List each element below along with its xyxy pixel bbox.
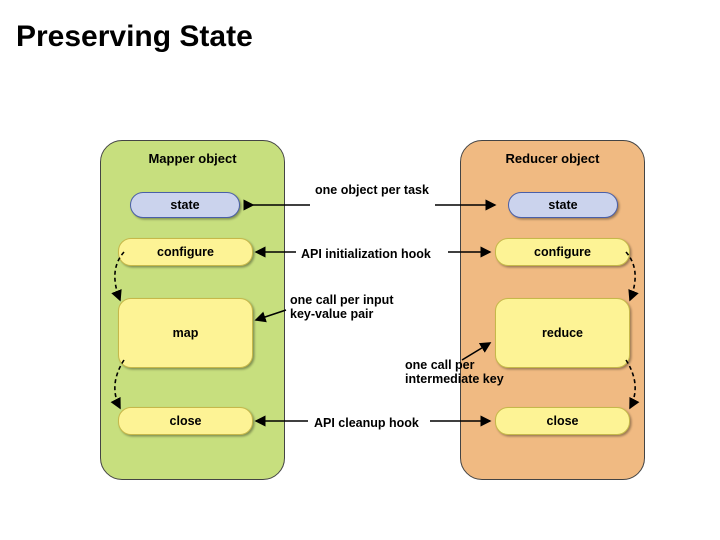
reducer-configure-node: configure [495, 238, 630, 266]
mapper-title: Mapper object [101, 151, 284, 166]
reducer-state-node: state [508, 192, 618, 218]
label-one-call-input: one call per inputkey-value pair [290, 293, 394, 322]
mapper-map-node: map [118, 298, 253, 368]
slide-title: Preserving State [16, 20, 253, 54]
label-api-cleanup: API cleanup hook [314, 416, 419, 430]
mapper-state-node: state [130, 192, 240, 218]
reducer-title: Reducer object [461, 151, 644, 166]
reducer-reduce-node: reduce [495, 298, 630, 368]
reducer-close-node: close [495, 407, 630, 435]
label-one-call-intermed: one call perintermediate key [405, 358, 504, 387]
label-api-init: API initialization hook [301, 247, 431, 261]
label-one-object: one object per task [315, 183, 429, 197]
mapper-configure-node: configure [118, 238, 253, 266]
mapper-close-node: close [118, 407, 253, 435]
